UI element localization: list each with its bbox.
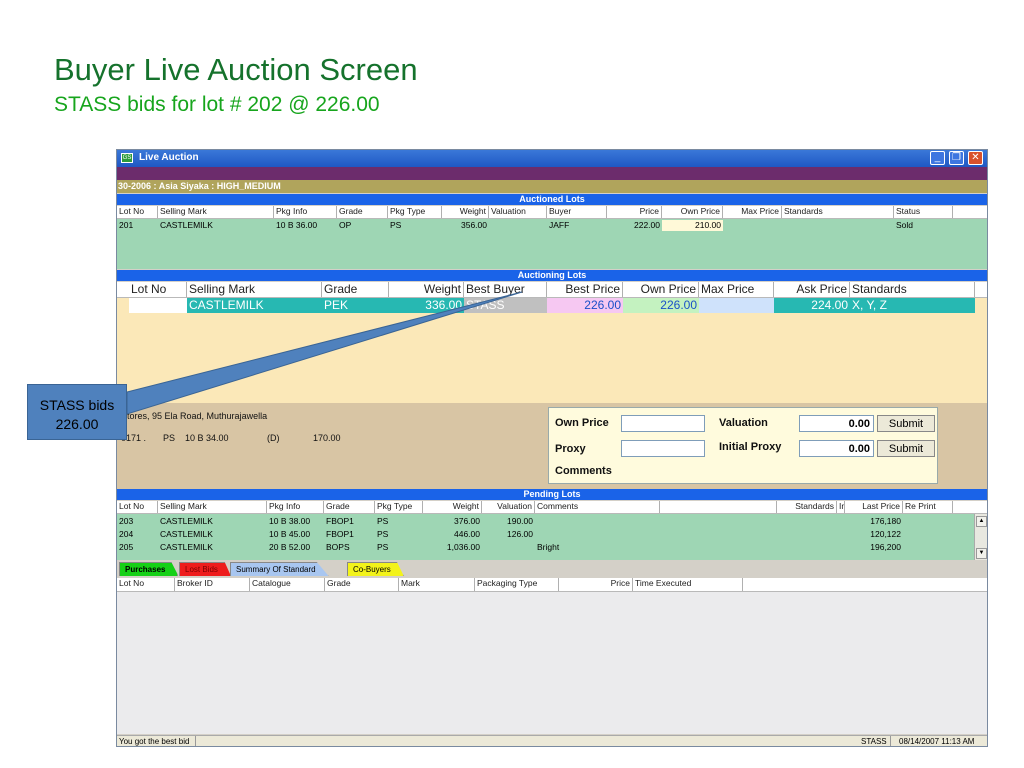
- callout-line1: STASS bids: [39, 397, 115, 413]
- stass-bid-callout: STASS bids 226.00: [27, 384, 127, 440]
- callout-pointer-shape: [126, 291, 523, 415]
- callout-pointer: [126, 291, 523, 415]
- callout-line2: 226.00: [55, 416, 99, 432]
